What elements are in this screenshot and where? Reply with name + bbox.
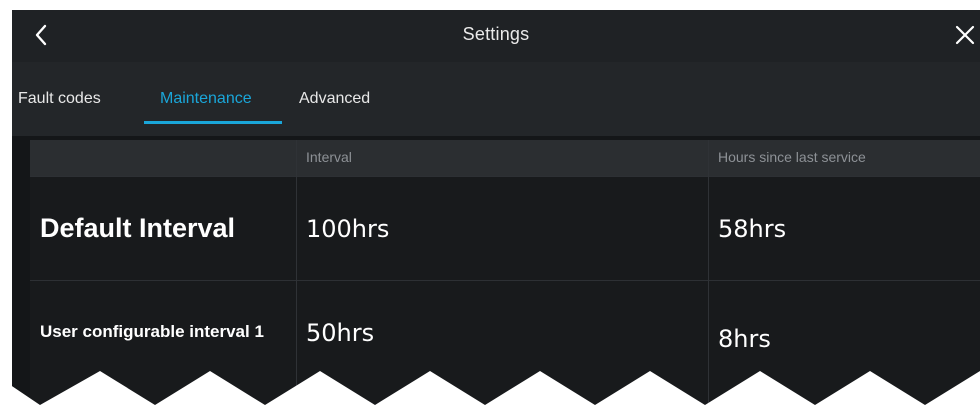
row-label: Default Interval — [40, 213, 236, 243]
table-header-interval: Interval — [306, 149, 352, 165]
active-tab-indicator — [144, 121, 282, 124]
tab-advanced[interactable]: Advanced — [299, 90, 370, 108]
settings-screen: Settings Fault codes Maintenance Advance… — [12, 10, 980, 411]
hours-since-service-value: 8hrs — [718, 325, 771, 353]
table-header-row: Interval Hours since last service — [30, 140, 980, 176]
table-row[interactable]: Default Interval 100hrs 58hrs — [30, 176, 980, 281]
interval-value: 100hrs — [306, 215, 390, 243]
hours-since-service-value: 58hrs — [718, 215, 787, 243]
table-header-hours-since-service: Hours since last service — [718, 149, 866, 165]
close-button[interactable] — [950, 20, 980, 50]
torn-edge — [0, 371, 980, 411]
interval-value: 50hrs — [306, 319, 375, 347]
tab-maintenance[interactable]: Maintenance — [160, 90, 252, 108]
tab-bar: Fault codes Maintenance Advanced — [12, 62, 980, 136]
tab-fault-codes[interactable]: Fault codes — [18, 90, 101, 108]
title-bar: Settings — [12, 10, 980, 62]
row-label: User configurable interval 1 — [40, 322, 264, 341]
close-icon — [955, 25, 975, 45]
page-title: Settings — [462, 24, 530, 44]
